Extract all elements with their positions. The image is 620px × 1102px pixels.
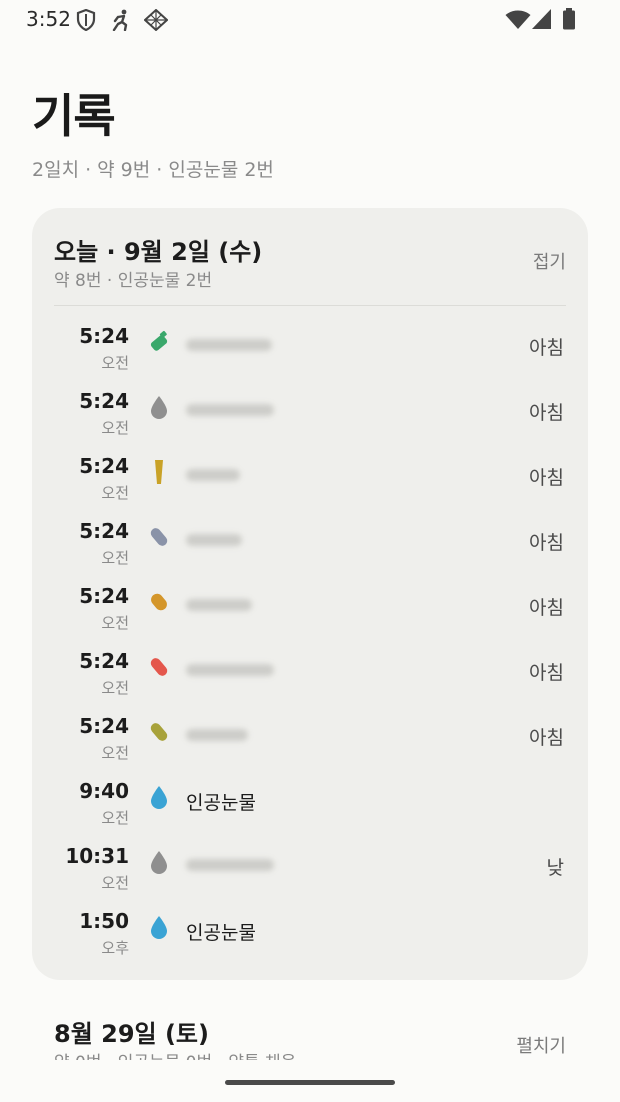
entry-time: 5:24 (79, 649, 129, 673)
collapse-button[interactable]: 접기 (533, 248, 566, 274)
orange-capsule-icon (151, 593, 167, 611)
entry-time: 5:24 (79, 454, 129, 478)
shield-icon (76, 9, 96, 31)
entry-name-redacted (186, 664, 274, 676)
entry-slot: 아침 (529, 597, 564, 619)
entry-time: 5:24 (79, 324, 129, 348)
log-entry[interactable]: 1:50 오후 인공눈물 (32, 909, 588, 969)
home-indicator[interactable] (225, 1080, 395, 1085)
status-bar: 3:52 (0, 0, 620, 40)
entry-ampm: 오후 (101, 939, 129, 957)
entry-name-redacted (186, 534, 242, 546)
diamond-grid-icon (144, 9, 168, 31)
entry-slot: 아침 (529, 337, 564, 359)
entry-slot: 아침 (529, 727, 564, 749)
entry-slot: 아침 (529, 402, 564, 424)
entry-ampm: 오전 (101, 809, 129, 827)
status-time: 3:52 (26, 7, 71, 31)
entry-time: 10:31 (65, 844, 129, 868)
entry-ampm: 오전 (101, 679, 129, 697)
entry-ampm: 오전 (101, 874, 129, 892)
page-subtitle: 2일치 · 약 9번 · 인공눈물 2번 (32, 159, 274, 181)
olive-capsule-icon (150, 723, 168, 741)
expand-button[interactable]: 펼치기 (516, 1032, 566, 1058)
entry-name: 인공눈물 (186, 922, 256, 944)
entry-name: 인공눈물 (186, 792, 256, 814)
entry-time: 5:24 (79, 519, 129, 543)
gray-drop-icon (151, 396, 167, 419)
log-entry[interactable]: 5:24 오전 아침 (32, 714, 588, 774)
signal-icon (532, 9, 551, 29)
log-entry[interactable]: 9:40 오전 인공눈물 (32, 779, 588, 839)
blue-drop-icon (151, 916, 167, 939)
battery-icon (563, 8, 575, 30)
entry-ampm: 오전 (101, 484, 129, 502)
page-title: 기록 (32, 89, 116, 143)
running-icon (112, 9, 128, 31)
entry-time: 9:40 (79, 779, 129, 803)
day-title: 8월 29일 (토) (54, 1020, 209, 1048)
day-card-today: 오늘 · 9월 2일 (수) 약 8번 · 인공눈물 2번 접기 5:24 오전… (32, 208, 588, 980)
entry-name-redacted (186, 599, 252, 611)
log-entry[interactable]: 5:24 오전 아침 (32, 324, 588, 384)
red-capsule-icon (150, 658, 168, 676)
entry-slot: 아침 (529, 532, 564, 554)
gray-drop-icon (151, 851, 167, 874)
yellow-sachet-icon (155, 460, 163, 484)
log-entry[interactable]: 5:24 오전 아침 (32, 519, 588, 579)
entry-ampm: 오전 (101, 549, 129, 567)
entry-time: 5:24 (79, 714, 129, 738)
entry-ampm: 오전 (101, 614, 129, 632)
entry-slot: 아침 (529, 467, 564, 489)
entry-ampm: 오전 (101, 744, 129, 762)
log-entry[interactable]: 5:24 오전 아침 (32, 454, 588, 514)
entry-name-redacted (186, 469, 240, 481)
entry-slot: 낮 (546, 857, 564, 879)
entry-name-redacted (186, 859, 274, 871)
entry-name-redacted (186, 404, 274, 416)
day-title: 오늘 · 9월 2일 (수) (54, 238, 263, 266)
entry-slot: 아침 (529, 662, 564, 684)
green-pill-icon (150, 330, 168, 351)
entry-ampm: 오전 (101, 354, 129, 372)
entry-name-redacted (186, 339, 272, 351)
entry-time: 1:50 (79, 909, 129, 933)
divider (54, 305, 566, 306)
entry-ampm: 오전 (101, 419, 129, 437)
log-entry[interactable]: 5:24 오전 아침 (32, 584, 588, 644)
log-entry[interactable]: 10:31 오전 낮 (32, 844, 588, 904)
day-summary: 약 8번 · 인공눈물 2번 (54, 271, 213, 291)
log-entry[interactable]: 5:24 오전 아침 (32, 649, 588, 709)
log-entry[interactable]: 5:24 오전 아침 (32, 389, 588, 449)
entry-name-redacted (186, 729, 248, 741)
blue-drop-icon (151, 786, 167, 809)
wifi-icon (505, 10, 531, 29)
entry-time: 5:24 (79, 584, 129, 608)
slate-capsule-icon (150, 528, 168, 546)
entry-time: 5:24 (79, 389, 129, 413)
